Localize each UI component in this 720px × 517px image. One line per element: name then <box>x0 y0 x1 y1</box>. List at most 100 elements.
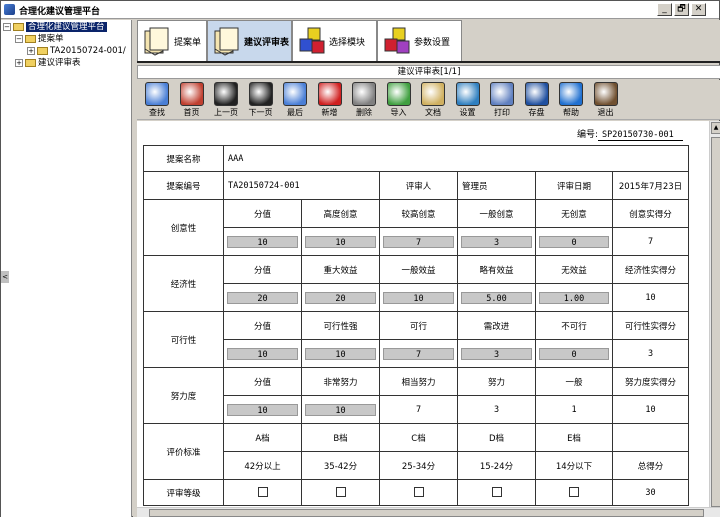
level-checkbox-cell[interactable] <box>535 479 613 506</box>
score-input[interactable]: 10 <box>223 395 302 424</box>
score-input[interactable]: 1.00 <box>535 283 613 312</box>
score-input[interactable]: 0 <box>535 339 613 368</box>
criterion-header: 经济性实得分 <box>612 255 689 284</box>
toolbar-settings-button[interactable]: 设置 <box>452 82 484 120</box>
toolbar-exit-button[interactable]: 退出 <box>590 82 622 120</box>
toolbar-import-button[interactable]: 导入 <box>383 82 415 120</box>
expand-icon[interactable]: + <box>15 58 23 67</box>
toolbar-save-button[interactable]: 存盘 <box>521 82 553 120</box>
toolbar-delete-button[interactable]: 删除 <box>348 82 380 120</box>
title-bar: 合理化建议管理平台 _ 🗗 ✕ <box>1 1 719 19</box>
level-checkbox[interactable] <box>335 487 346 498</box>
score-input[interactable]: 10 <box>223 227 302 256</box>
tab-settings[interactable]: 参数设置 <box>377 20 462 62</box>
criterion-header: 努力 <box>457 367 536 396</box>
criterion-header: 一般 <box>535 367 613 396</box>
score-input[interactable]: 7 <box>379 339 458 368</box>
score-input[interactable]: 20 <box>301 283 380 312</box>
level-checkbox[interactable] <box>569 487 579 498</box>
criterion-header: 可行性实得分 <box>612 311 689 340</box>
criterion-header: 分值 <box>223 199 302 228</box>
score-input[interactable]: 7 <box>379 227 458 256</box>
level-checkbox-cell[interactable] <box>379 479 458 506</box>
score-input[interactable]: 3 <box>457 339 536 368</box>
criterion-header: 需改进 <box>457 311 536 340</box>
find-icon <box>145 82 169 106</box>
level-checkbox-cell[interactable] <box>301 479 380 506</box>
tree-root[interactable]: − 合理化建议管理平台 <box>3 21 107 33</box>
document-number-value: SP20150730-001 <box>598 130 684 141</box>
score-input[interactable]: 10 <box>301 395 380 424</box>
toolbar-prev-button[interactable]: 上一页 <box>210 82 242 120</box>
level-checkbox-cell[interactable] <box>223 479 302 506</box>
grade-range: 35-42分 <box>301 451 380 480</box>
vertical-scrollbar[interactable]: ▲ <box>709 121 720 507</box>
grade-header: E档 <box>535 423 613 452</box>
name-value[interactable]: AAA <box>223 145 689 172</box>
code-value[interactable]: TA20150724-001 <box>223 171 380 200</box>
score-input[interactable]: 3 <box>457 227 536 256</box>
delete-icon <box>352 82 376 106</box>
print-icon <box>490 82 514 106</box>
horizontal-scroll-thumb[interactable] <box>149 509 704 517</box>
last-icon <box>283 82 307 106</box>
toolbar-last-button[interactable]: 最后 <box>279 82 311 120</box>
navigation-tree: − 合理化建议管理平台 − 提案单 + TA20150724-001/ + 建议评审表 <box>1 20 132 517</box>
tree-item-proposal[interactable]: − 提案单 <box>15 33 64 45</box>
folder-icon <box>25 34 36 43</box>
tab-select-module[interactable]: 选择模块 <box>292 20 377 62</box>
section-label: 创意性 <box>143 199 224 256</box>
save-icon <box>524 82 549 106</box>
tree-item-review[interactable]: + 建议评审表 <box>15 57 81 69</box>
level-checkbox[interactable] <box>413 487 424 498</box>
review-icon <box>214 27 239 56</box>
name-label: 提案名称 <box>143 145 224 172</box>
folder-icon <box>25 58 36 67</box>
reviewer-value[interactable]: 管理员 <box>457 171 536 200</box>
review-form: 编号: SP20150730-001 提案名称 AAA 提案编号 TA20150724-… <box>137 121 709 507</box>
collapse-panel-arrow-icon[interactable]: < <box>1 271 9 283</box>
close-button[interactable]: ✕ <box>691 3 706 16</box>
criterion-header: 可行 <box>379 311 458 340</box>
review-table: 提案名称 AAA 提案编号 TA20150724-001 评审人 管理员 评审日期 2015年… <box>143 145 689 506</box>
score-input[interactable]: 5.00 <box>457 283 536 312</box>
criterion-header: 一般效益 <box>379 255 458 284</box>
level-checkbox[interactable] <box>257 487 268 498</box>
tab-proposal[interactable]: 提案单 <box>137 20 207 62</box>
toolbar-document-button[interactable]: 文档 <box>417 82 449 120</box>
score-input[interactable]: 0 <box>535 227 613 256</box>
section-label: 努力度 <box>143 367 224 424</box>
score-input[interactable]: 20 <box>223 283 302 312</box>
toolbar-next-button[interactable]: 下一页 <box>245 82 277 120</box>
tab-review[interactable]: 建议评审表 <box>207 20 292 62</box>
horizontal-scrollbar[interactable] <box>137 507 720 517</box>
minimize-button[interactable]: _ <box>657 3 672 16</box>
expand-icon[interactable]: + <box>27 46 35 55</box>
toolbar-help-button[interactable]: 帮助 <box>555 82 587 120</box>
scroll-up-icon[interactable]: ▲ <box>711 122 720 134</box>
maximize-button[interactable]: 🗗 <box>674 3 689 16</box>
score-input[interactable]: 10 <box>223 339 302 368</box>
score-input[interactable]: 10 <box>379 283 458 312</box>
criterion-header: 分值 <box>223 311 302 340</box>
level-checkbox-cell[interactable] <box>457 479 536 506</box>
collapse-icon[interactable]: − <box>3 22 11 31</box>
grade-header: A档 <box>223 423 302 452</box>
toolbar-add-button[interactable]: 新增 <box>314 82 346 120</box>
date-value[interactable]: 2015年7月23日 <box>612 171 689 200</box>
tree-item-proposal-record[interactable]: + TA20150724-001/ <box>27 45 126 57</box>
toolbar-home-button[interactable]: 首页 <box>176 82 208 120</box>
folder-icon <box>37 46 48 55</box>
criterion-header: 非常努力 <box>301 367 380 396</box>
toolbar-print-button[interactable]: 打印 <box>486 82 518 120</box>
module-tabs: 提案单 建议评审表 选择模块 参数设置 <box>137 20 720 63</box>
score-input[interactable]: 10 <box>301 227 380 256</box>
level-checkbox[interactable] <box>491 487 502 498</box>
score-input[interactable]: 10 <box>301 339 380 368</box>
level-label: 评审等级 <box>143 479 224 506</box>
collapse-icon[interactable]: − <box>15 34 23 43</box>
toolbar-find-button[interactable]: 查找 <box>141 82 173 120</box>
criterion-header: 分值 <box>223 367 302 396</box>
vertical-scroll-thumb[interactable] <box>711 137 720 507</box>
section-label: 经济性 <box>143 255 224 312</box>
